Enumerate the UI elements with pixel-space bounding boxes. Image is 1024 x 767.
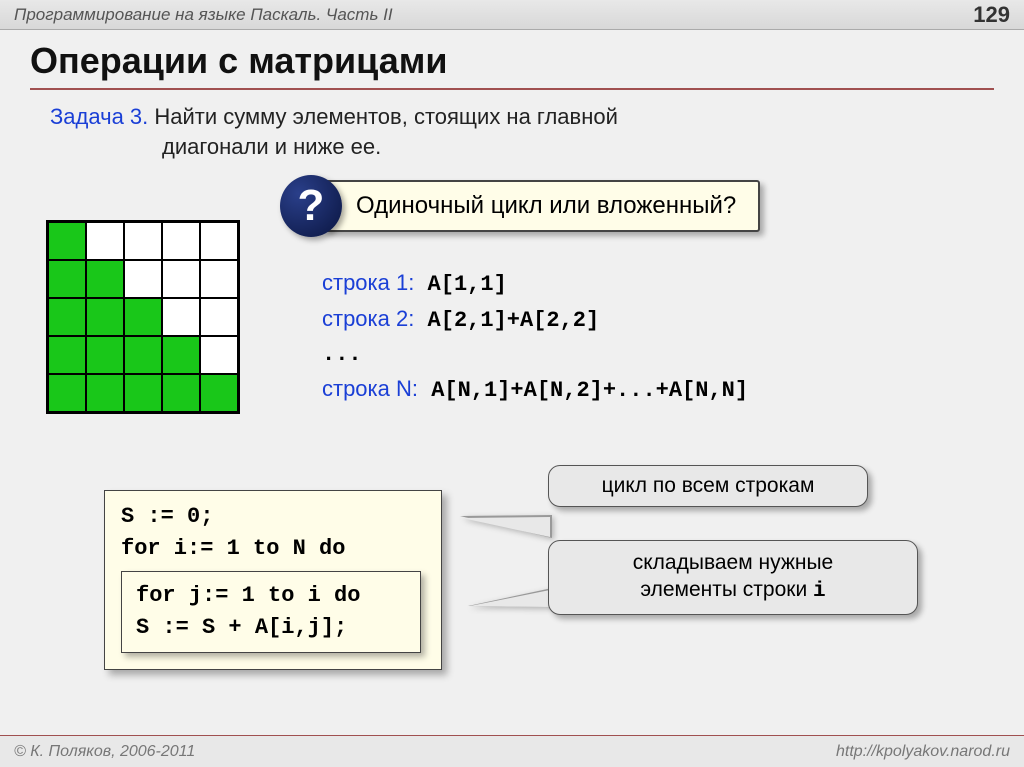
matrix-cell: [48, 374, 86, 412]
task-text: Задача 3. Найти сумму элементов, стоящих…: [0, 102, 1024, 161]
row1-label: строка 1:: [322, 270, 414, 295]
matrix-cell: [86, 298, 124, 336]
page-number: 129: [973, 2, 1010, 28]
footer-url: http://kpolyakov.narod.ru: [836, 743, 1010, 761]
row-dots: ...: [322, 338, 748, 372]
matrix-cell: [124, 336, 162, 374]
matrix-cell: [200, 260, 238, 298]
code-line-3: for j:= 1 to i do: [136, 580, 406, 612]
task-line1: Найти сумму элементов, стоящих на главно…: [148, 104, 618, 129]
row1-code: A[1,1]: [414, 272, 506, 297]
code-line-4: S := S + A[i,j];: [136, 612, 406, 644]
matrix-cell: [48, 298, 86, 336]
matrix-diagram: [46, 220, 240, 414]
callout-2-line2: элементы строки: [640, 578, 813, 601]
callout-pointer-1: [460, 515, 552, 538]
row-formulas: строка 1: A[1,1] строка 2: A[2,1]+A[2,2]…: [322, 266, 748, 408]
callout-pointer-2: [468, 588, 552, 607]
question-text: Одиночный цикл или вложенный?: [324, 180, 760, 232]
matrix-cell: [124, 222, 162, 260]
code-line-2: for i:= 1 to N do: [121, 533, 425, 565]
matrix-cell: [162, 374, 200, 412]
matrix-cell: [162, 222, 200, 260]
matrix-cell: [124, 260, 162, 298]
title-underline: [30, 88, 994, 90]
rown-label: строка N:: [322, 376, 418, 401]
matrix-cell: [124, 298, 162, 336]
question-callout: ? Одиночный цикл или вложенный?: [280, 175, 1024, 237]
matrix-cell: [162, 336, 200, 374]
matrix-cell: [86, 222, 124, 260]
matrix-cell: [86, 374, 124, 412]
matrix-cell: [200, 336, 238, 374]
slide-footer: © К. Поляков, 2006-2011 http://kpolyakov…: [0, 735, 1024, 767]
matrix-cell: [162, 298, 200, 336]
callout-1: цикл по всем строкам: [548, 465, 868, 507]
matrix-cell: [200, 374, 238, 412]
matrix-cell: [162, 260, 200, 298]
code-block-inner: for j:= 1 to i do S := S + A[i,j];: [121, 571, 421, 653]
row2-code: A[2,1]+A[2,2]: [414, 308, 599, 333]
code-line-1: S := 0;: [121, 501, 425, 533]
question-mark-icon: ?: [280, 175, 342, 237]
matrix-cell: [86, 336, 124, 374]
callout-2: складываем нужные элементы строки i: [548, 540, 918, 615]
subject-text: Программирование на языке Паскаль. Часть…: [14, 5, 393, 25]
task-label: Задача 3.: [50, 104, 148, 129]
matrix-cell: [48, 336, 86, 374]
slide-header: Программирование на языке Паскаль. Часть…: [0, 0, 1024, 30]
code-block-outer: S := 0; for i:= 1 to N do for j:= 1 to i…: [104, 490, 442, 670]
task-line2: диагонали и ниже ее.: [50, 132, 974, 162]
matrix-cell: [86, 260, 124, 298]
matrix-cell: [48, 222, 86, 260]
row2-label: строка 2:: [322, 306, 414, 331]
footer-copyright: © К. Поляков, 2006-2011: [14, 743, 195, 761]
matrix-cell: [48, 260, 86, 298]
rown-code: A[N,1]+A[N,2]+...+A[N,N]: [418, 378, 748, 403]
matrix-cell: [124, 374, 162, 412]
matrix-cell: [200, 222, 238, 260]
matrix-cell: [200, 298, 238, 336]
callout-2-var: i: [813, 580, 826, 603]
callout-2-line1: складываем нужные: [633, 551, 834, 574]
slide-title: Операции с матрицами: [0, 30, 1024, 88]
